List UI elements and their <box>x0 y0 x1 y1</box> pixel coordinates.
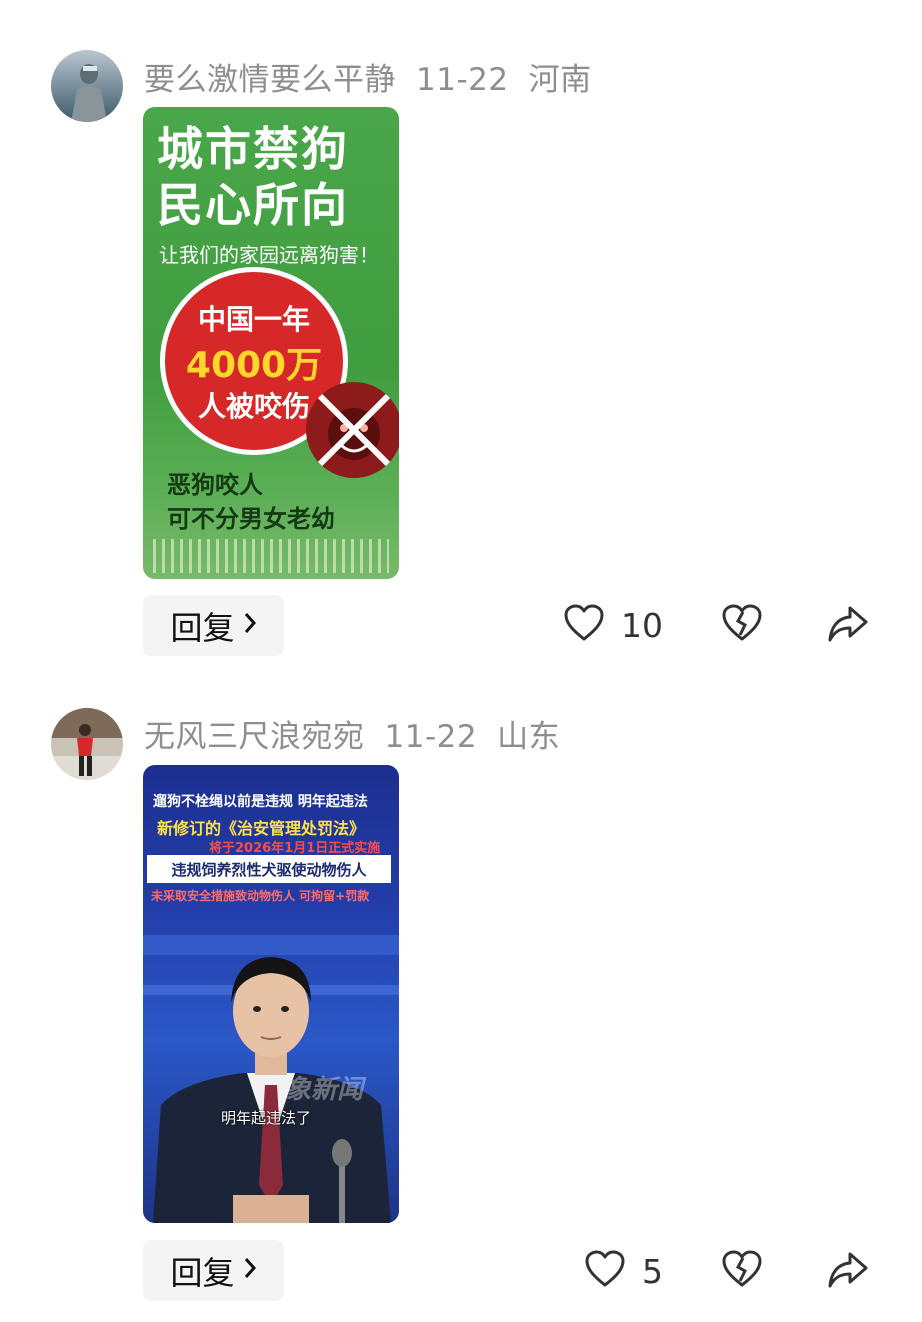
news-highlight-box: 违规饲养烈性犬驱使动物伤人 <box>147 855 391 883</box>
poster-footer-line: 恶狗咬人 <box>167 471 263 499</box>
news-headline: 遛狗不栓绳以前是违规 明年起违法 <box>153 794 368 810</box>
heart-outline-icon <box>584 1249 626 1293</box>
comment-meta: 要么激情要么平静 11-22 河南 <box>144 54 612 99</box>
news-penalty-line: 未采取安全措施致动物伤人 可拘留+罚款 <box>151 889 370 903</box>
like-button[interactable]: 10 <box>563 603 663 647</box>
share-arrow-icon <box>826 1250 870 1294</box>
news-date-line: 将于2026年1月1日正式实施 <box>209 841 381 856</box>
chevron-right-icon <box>243 608 257 643</box>
news-watermark: 象新闻 <box>285 1075 364 1105</box>
like-count: 5 <box>642 1251 663 1291</box>
comment-meta: 无风三尺浪宛宛 11-22 山东 <box>144 711 580 756</box>
dislike-button[interactable] <box>721 603 763 647</box>
comment-location: 山东 <box>497 719 561 755</box>
chevron-right-icon <box>243 1253 257 1288</box>
video-caption: 明年起违法了 <box>221 1109 312 1127</box>
like-button[interactable]: 5 <box>584 1249 663 1293</box>
reply-label: 回复 <box>170 608 235 647</box>
avatar[interactable] <box>51 50 123 122</box>
comment-image[interactable]: 遛狗不栓绳以前是违规 明年起违法 新修订的《治安管理处罚法》 将于2026年1月… <box>143 765 399 1223</box>
reply-button[interactable]: 回复 <box>143 595 284 656</box>
news-subheadline: 新修订的《治安管理处罚法》 <box>157 819 366 838</box>
poster-title: 城市禁狗 民心所向 <box>157 122 349 232</box>
heart-outline-icon <box>563 603 605 647</box>
comment-image[interactable]: 城市禁狗 民心所向 让我们的家园远离狗害！ 中国一年 4000万 人被咬伤 恶狗… <box>143 107 399 579</box>
like-count: 10 <box>621 605 663 645</box>
broken-heart-icon <box>721 1249 763 1293</box>
comment-date: 11-22 <box>384 719 478 755</box>
grass-decoration <box>153 539 389 573</box>
poster-subtitle: 让我们的家园远离狗害！ <box>159 243 379 267</box>
share-arrow-icon <box>826 604 870 648</box>
broken-heart-icon <box>721 603 763 647</box>
comment-date: 11-22 <box>416 62 509 98</box>
avatar[interactable] <box>51 708 123 780</box>
share-button[interactable] <box>826 1250 870 1294</box>
username[interactable]: 无风三尺浪宛宛 <box>144 719 365 755</box>
share-button[interactable] <box>826 604 870 648</box>
poster-footer-line: 可不分男女老幼 <box>167 505 335 533</box>
dislike-button[interactable] <box>721 1249 763 1293</box>
crossed-dog-icon <box>306 382 399 478</box>
comment-location: 河南 <box>528 62 592 98</box>
news-anchor-illustration <box>143 935 399 1223</box>
reply-button[interactable]: 回复 <box>143 1240 284 1301</box>
reply-label: 回复 <box>170 1253 235 1292</box>
username[interactable]: 要么激情要么平静 <box>144 62 396 98</box>
